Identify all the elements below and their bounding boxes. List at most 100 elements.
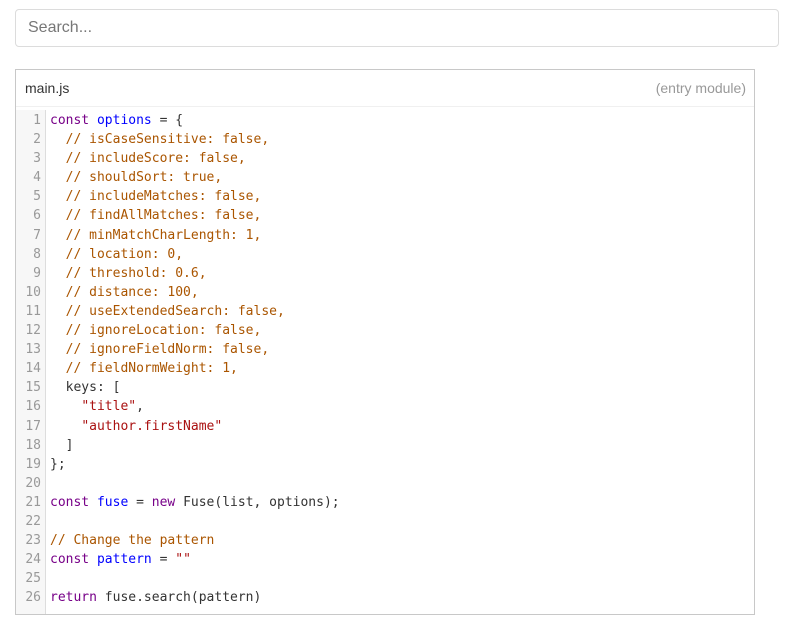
code-line[interactable]: // isCaseSensitive: false,: [50, 130, 754, 149]
code-token-keyword: const: [50, 113, 90, 128]
line-number: 26: [25, 590, 41, 606]
code-line[interactable]: // Change the pattern: [50, 531, 754, 550]
code-line[interactable]: [50, 474, 754, 493]
code-line[interactable]: keys: [: [50, 378, 754, 397]
line-number: 20: [25, 475, 41, 491]
code-line[interactable]: // includeMatches: false,: [50, 187, 754, 206]
code-token-string: "title": [81, 399, 137, 415]
code-token-plain: };: [50, 456, 66, 472]
code-token-comment: // isCaseSensitive: false,: [65, 132, 270, 148]
code-line[interactable]: // threshold: 0.6,: [50, 264, 754, 283]
code-token-comment: // threshold: 0.6,: [65, 265, 207, 281]
code-line[interactable]: // distance: 100,: [50, 283, 754, 302]
code-content[interactable]: const options = { // isCaseSensitive: fa…: [46, 110, 754, 614]
line-number: 18: [25, 437, 41, 453]
line-number: 24: [25, 552, 41, 568]
code-line[interactable]: return fuse.search(pattern): [50, 588, 754, 607]
line-number: 3: [33, 151, 41, 167]
code-line[interactable]: ]: [50, 436, 754, 455]
code-line[interactable]: "author.firstName": [50, 417, 754, 436]
line-number: 9: [33, 265, 41, 281]
code-token-comment: // minMatchCharLength: 1,: [65, 227, 262, 243]
code-token-plain: =: [151, 552, 176, 568]
line-number: 14: [25, 361, 41, 377]
line-number: 16: [25, 399, 41, 415]
file-name: main.js: [25, 80, 70, 96]
code-line[interactable]: "title",: [50, 397, 754, 416]
code-token-comment: // shouldSort: true,: [65, 170, 223, 186]
code-line[interactable]: const fuse = new Fuse(list, options);: [50, 493, 754, 512]
line-number: 2: [33, 132, 41, 148]
line-number: 15: [25, 380, 41, 396]
code-token-plain: = {: [151, 113, 184, 128]
code-token-keyword: const: [50, 552, 90, 568]
line-number: 1: [33, 113, 41, 128]
module-tag: (entry module): [655, 80, 746, 96]
line-number: 5: [33, 189, 41, 205]
code-token-string: "": [175, 552, 191, 568]
line-number: 21: [25, 494, 41, 510]
line-number: 6: [33, 208, 41, 224]
code-token-comment: // location: 0,: [65, 246, 184, 262]
code-token-keyword: const: [50, 494, 90, 510]
code-area[interactable]: 1 2 3 4 5 6 7 8 9 10 11 12 13 14 15 16 17 18 19 20 21 22 23 24 2…: [16, 110, 754, 614]
line-number: 13: [25, 342, 41, 358]
code-editor[interactable]: main.js (entry module) 1 2 3 4 5 6 7 8 9 10 11 12 13…: [15, 69, 755, 615]
line-number: 11: [25, 303, 41, 319]
code-token-def: pattern: [96, 552, 152, 568]
line-number: 19: [25, 456, 41, 472]
line-number: 7: [33, 227, 41, 243]
code-line[interactable]: const pattern = "": [50, 550, 754, 569]
line-number: 17: [25, 418, 41, 434]
code-line[interactable]: };: [50, 455, 754, 474]
code-token-string: "author.firstName": [81, 418, 223, 434]
line-number-gutter: 1 2 3 4 5 6 7 8 9 10 11 12 13 14 15 16 17 18 19 20 21 22 23 24 2…: [16, 110, 46, 614]
code-line[interactable]: [50, 569, 754, 588]
code-token-plain: =: [128, 494, 152, 510]
code-token-comment: // includeMatches: false,: [65, 189, 262, 205]
code-line[interactable]: // includeScore: false,: [50, 149, 754, 168]
line-number: 23: [25, 533, 41, 549]
code-line[interactable]: // useExtendedSearch: false,: [50, 302, 754, 321]
code-line[interactable]: // minMatchCharLength: 1,: [50, 226, 754, 245]
code-token-comment: // findAllMatches: false,: [65, 208, 262, 224]
code-token-keyword: new: [151, 494, 176, 510]
code-line[interactable]: // location: 0,: [50, 245, 754, 264]
code-token-comment: // Change the pattern: [50, 533, 215, 549]
search-input[interactable]: [16, 10, 778, 46]
code-token-comment: // distance: 100,: [65, 284, 199, 300]
code-token-def: options: [96, 113, 152, 128]
code-token-keyword: return: [50, 590, 97, 606]
code-line[interactable]: // fieldNormWeight: 1,: [50, 359, 754, 378]
line-number: 12: [25, 323, 41, 339]
line-number: 25: [25, 571, 41, 587]
code-token-comment: // includeScore: false,: [65, 151, 246, 167]
code-token-plain: ]: [50, 437, 74, 453]
code-token-plain: keys: [: [50, 380, 121, 396]
editor-header: main.js (entry module): [16, 70, 754, 107]
code-token-comment: // ignoreFieldNorm: false,: [65, 342, 270, 358]
code-line[interactable]: // shouldSort: true,: [50, 168, 754, 187]
code-line[interactable]: [50, 512, 754, 531]
code-line[interactable]: // findAllMatches: false,: [50, 206, 754, 225]
code-line[interactable]: const options = {: [50, 111, 754, 130]
line-number: 8: [33, 246, 41, 262]
code-token-def: fuse: [96, 494, 129, 510]
code-line[interactable]: // ignoreFieldNorm: false,: [50, 340, 754, 359]
search-box[interactable]: [15, 9, 779, 47]
code-line[interactable]: // ignoreLocation: false,: [50, 321, 754, 340]
